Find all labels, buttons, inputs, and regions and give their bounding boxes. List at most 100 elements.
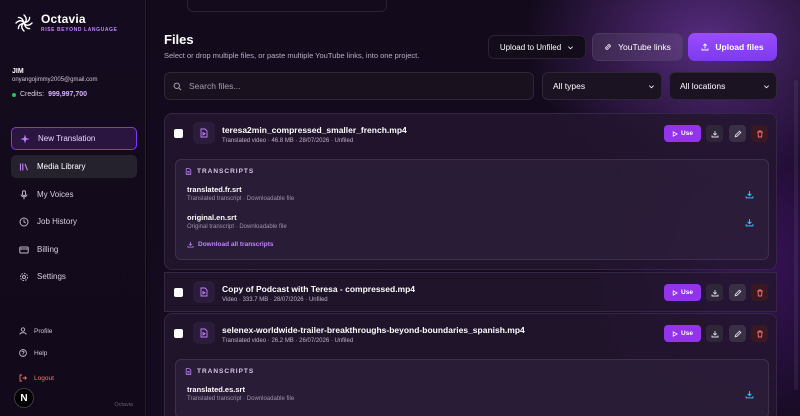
search-box[interactable] bbox=[164, 72, 534, 100]
use-button[interactable]: Use bbox=[664, 125, 701, 142]
play-icon bbox=[672, 330, 679, 337]
trash-icon bbox=[756, 330, 763, 337]
search-icon bbox=[173, 82, 182, 90]
transcript-name: translated.es.srt bbox=[187, 385, 245, 394]
logout-link[interactable]: Logout bbox=[19, 374, 54, 382]
sidebar-item-new-translation[interactable]: New Translation bbox=[11, 127, 137, 150]
transcript-name: original.en.srt bbox=[187, 213, 237, 222]
search-input[interactable] bbox=[189, 81, 509, 91]
edit-button[interactable] bbox=[729, 125, 746, 142]
file-select-checkbox[interactable] bbox=[174, 288, 183, 297]
file-row[interactable]: selenex-worldwide-trailer-breakthroughs-… bbox=[165, 314, 778, 354]
sidebar-item-billing[interactable]: Billing bbox=[11, 238, 137, 261]
transcripts-header: TRANSCRIPTS bbox=[185, 168, 254, 175]
download-icon bbox=[711, 130, 718, 137]
use-label: Use bbox=[681, 330, 693, 337]
sidebar-item-job-history[interactable]: Job History bbox=[11, 210, 137, 233]
page-title: Files bbox=[164, 32, 194, 47]
file-select-checkbox[interactable] bbox=[174, 129, 183, 138]
sidebar-footer-text: Octavia bbox=[114, 402, 133, 408]
brand-name: Octavia bbox=[41, 12, 86, 26]
logout-icon bbox=[19, 374, 27, 382]
credits-status-dot bbox=[12, 92, 16, 97]
location-filter-select[interactable]: All locations bbox=[669, 72, 777, 100]
page-subtitle: Select or drop multiple files, or paste … bbox=[164, 51, 420, 60]
download-button[interactable] bbox=[706, 284, 723, 301]
file-row[interactable]: teresa2min_compressed_smaller_french.mp4… bbox=[165, 114, 778, 154]
link-icon bbox=[605, 44, 611, 50]
transcripts-title: TRANSCRIPTS bbox=[197, 168, 255, 175]
play-icon bbox=[672, 289, 679, 296]
download-all-transcripts-link[interactable]: Download all transcripts bbox=[187, 241, 274, 248]
edit-button[interactable] bbox=[729, 284, 746, 301]
sidebar-item-label: Settings bbox=[37, 272, 66, 281]
chevron-down-icon bbox=[568, 45, 574, 49]
next-dev-badge[interactable]: N bbox=[14, 388, 34, 408]
pencil-icon bbox=[734, 330, 741, 337]
sidebar-item-settings[interactable]: Settings bbox=[11, 265, 137, 288]
delete-button[interactable] bbox=[751, 125, 768, 142]
youtube-links-button[interactable]: YouTube links bbox=[592, 33, 683, 61]
video-file-icon bbox=[200, 287, 208, 297]
transcripts-panel: TRANSCRIPTS translated.fr.srt Translated… bbox=[175, 159, 769, 260]
profile-label: Profile bbox=[34, 327, 53, 335]
scrollbar[interactable] bbox=[794, 80, 798, 390]
file-select-checkbox[interactable] bbox=[174, 329, 183, 338]
download-icon[interactable] bbox=[745, 190, 754, 199]
file-meta: Translated video · 46.8 MB · 28/07/2026 … bbox=[222, 138, 354, 144]
file-card: teresa2min_compressed_smaller_french.mp4… bbox=[164, 113, 777, 270]
help-label: Help bbox=[34, 349, 48, 357]
transcripts-panel: TRANSCRIPTS translated.es.srt Translated… bbox=[175, 359, 769, 416]
user-email: onyangojimmy2005@gmail.com bbox=[12, 77, 98, 83]
download-icon[interactable] bbox=[745, 390, 754, 399]
main-content: Files Select or drop multiple files, or … bbox=[147, 0, 800, 416]
use-label: Use bbox=[681, 289, 693, 296]
profile-link[interactable]: Profile bbox=[19, 327, 52, 335]
sidebar-item-media-library[interactable]: Media Library bbox=[11, 155, 137, 178]
edit-button[interactable] bbox=[729, 325, 746, 342]
download-icon[interactable] bbox=[745, 218, 754, 227]
microphone-icon bbox=[20, 189, 28, 199]
credits-value: 999,997,700 bbox=[48, 91, 88, 98]
file-title[interactable]: teresa2min_compressed_smaller_french.mp4 bbox=[222, 125, 407, 135]
play-icon bbox=[672, 130, 679, 137]
top-panel-fragment bbox=[187, 0, 387, 12]
upload-files-button[interactable]: Upload files bbox=[688, 33, 777, 61]
sidebar-item-my-voices[interactable]: My Voices bbox=[11, 183, 137, 206]
transcripts-title: TRANSCRIPTS bbox=[197, 368, 255, 375]
file-title[interactable]: selenex-worldwide-trailer-breakthroughs-… bbox=[222, 325, 525, 335]
upload-target-select[interactable]: Upload to Unfiled bbox=[488, 35, 586, 59]
use-label: Use bbox=[681, 130, 693, 137]
use-button[interactable]: Use bbox=[664, 284, 701, 301]
file-type-icon bbox=[193, 322, 215, 344]
file-row[interactable]: Copy of Podcast with Teresa - compressed… bbox=[165, 273, 778, 313]
download-icon bbox=[187, 241, 194, 248]
file-meta: Video · 333.7 MB · 28/07/2026 · Unfiled bbox=[222, 297, 328, 303]
help-link[interactable]: Help bbox=[19, 349, 47, 357]
sidebar-item-label: Job History bbox=[37, 217, 78, 226]
logout-label: Logout bbox=[34, 374, 54, 382]
delete-button[interactable] bbox=[751, 284, 768, 301]
octavia-logo-icon bbox=[15, 13, 33, 32]
type-filter-value: All types bbox=[553, 81, 586, 91]
file-type-icon bbox=[193, 281, 215, 303]
pencil-icon bbox=[734, 130, 741, 137]
file-meta: Translated video · 26.2 MB · 26/07/2026 … bbox=[222, 338, 354, 344]
sidebar-item-label: My Voices bbox=[37, 190, 74, 199]
transcript-desc: Original transcript · Downloadable file bbox=[187, 224, 287, 230]
chevron-down-icon bbox=[764, 84, 769, 88]
document-icon bbox=[185, 368, 192, 375]
download-button[interactable] bbox=[706, 325, 723, 342]
type-filter-select[interactable]: All types bbox=[542, 72, 662, 100]
download-button[interactable] bbox=[706, 125, 723, 142]
document-icon bbox=[185, 168, 192, 175]
use-button[interactable]: Use bbox=[664, 325, 701, 342]
location-filter-value: All locations bbox=[680, 81, 726, 91]
file-card: Copy of Podcast with Teresa - compressed… bbox=[164, 272, 777, 312]
file-title[interactable]: Copy of Podcast with Teresa - compressed… bbox=[222, 284, 415, 294]
delete-button[interactable] bbox=[751, 325, 768, 342]
gear-icon bbox=[19, 272, 29, 281]
brand[interactable]: Octavia RISE BEYOND LANGUAGE bbox=[14, 12, 117, 33]
transcript-desc: Translated transcript · Downloadable fil… bbox=[187, 396, 295, 402]
transcript-name: translated.fr.srt bbox=[187, 185, 242, 194]
